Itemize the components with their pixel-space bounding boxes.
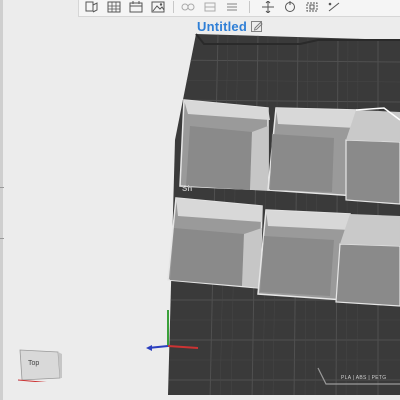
- view-cube-face-label: Top: [28, 360, 40, 367]
- plate-side-label: Sh: [182, 184, 193, 193]
- model-box: [335, 214, 400, 307]
- view-cube[interactable]: Top: [13, 348, 65, 385]
- plate-filament-label: PLA | ABS | PETG: [341, 375, 387, 381]
- model-box: [257, 209, 351, 301]
- model-box: [179, 99, 270, 191]
- model-box: [345, 110, 400, 205]
- model-box: [167, 197, 263, 289]
- model-box: [267, 107, 357, 197]
- 3d-viewport[interactable]: [0, 0, 400, 400]
